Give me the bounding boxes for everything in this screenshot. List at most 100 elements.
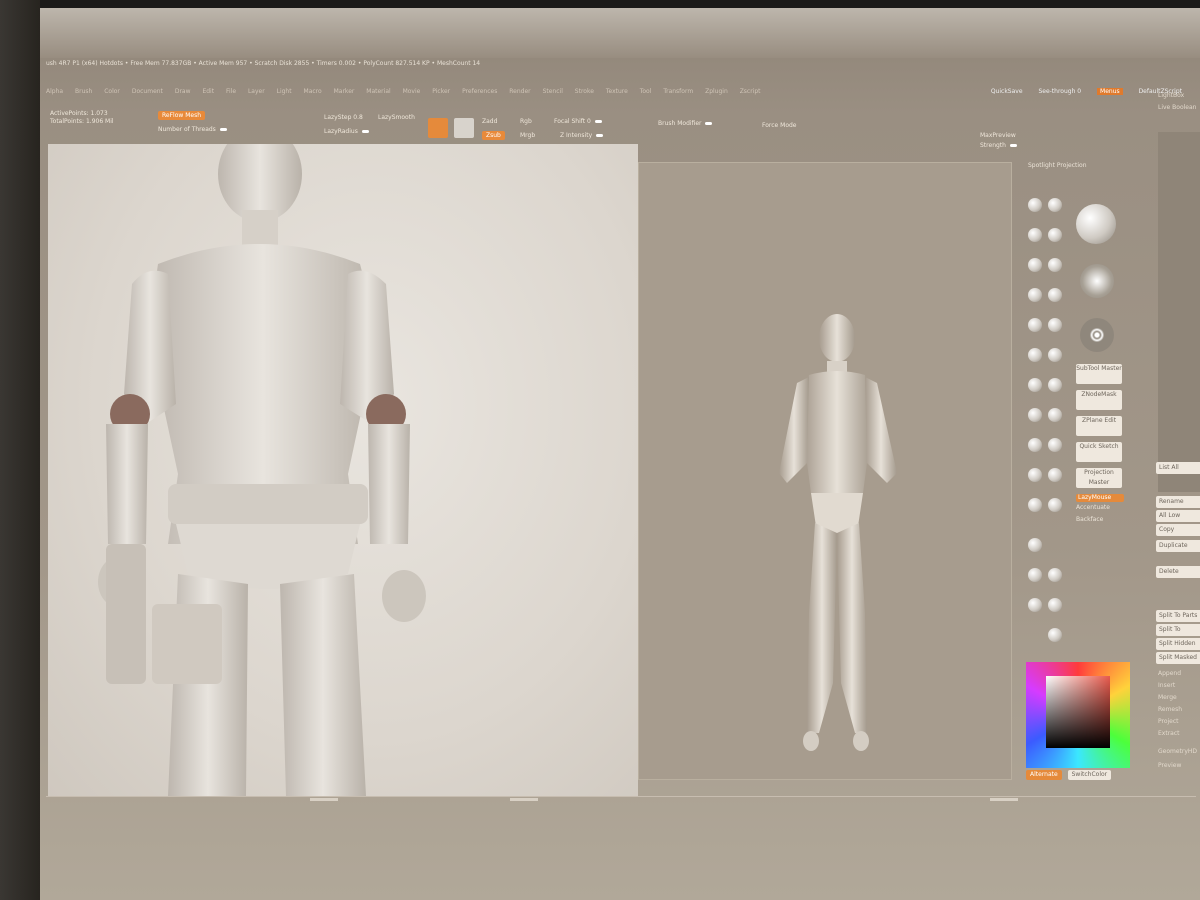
append-label[interactable]: Append [1158, 670, 1181, 677]
menu-item[interactable]: Light [277, 88, 292, 95]
brush-icon[interactable] [1028, 348, 1042, 362]
extract-label[interactable]: Extract [1158, 730, 1180, 737]
znodemask-button[interactable]: ZNodeMask [1076, 390, 1122, 410]
duplicate-button[interactable]: Duplicate [1156, 540, 1200, 552]
rename-button[interactable]: Rename [1156, 496, 1200, 508]
slider-knob[interactable] [705, 122, 713, 125]
color-picker[interactable] [1026, 662, 1130, 768]
list-all-button[interactable]: List All [1156, 462, 1200, 474]
brush-icon[interactable] [1028, 498, 1042, 512]
brush-icon[interactable] [1028, 468, 1042, 482]
current-alpha-preview[interactable] [1080, 264, 1114, 298]
delete-button[interactable]: Delete [1156, 566, 1200, 578]
reflow-mesh-button[interactable]: ReFlow Mesh [158, 111, 205, 120]
brush-icon[interactable] [1028, 378, 1042, 392]
menu-item[interactable]: Zplugin [705, 88, 728, 95]
brush-icon[interactable] [1048, 568, 1062, 582]
z-intensity-slider[interactable]: Z Intensity [560, 132, 592, 139]
copy-button[interactable]: Copy [1156, 524, 1200, 536]
strength-slider[interactable]: Strength [980, 142, 1006, 149]
brush-icon[interactable] [1048, 438, 1062, 452]
quicksave-button[interactable]: QuickSave [991, 88, 1023, 95]
number-of-threads-slider[interactable]: Number of Threads [158, 126, 216, 133]
zadd-button[interactable]: Zadd [482, 118, 497, 125]
menu-item[interactable]: Draw [175, 88, 191, 95]
menu-item[interactable]: Stroke [575, 88, 594, 95]
accentuate-label[interactable]: Accentuate [1076, 504, 1110, 511]
zplane-edit-button[interactable]: ZPlane Edit [1076, 416, 1122, 436]
3d-viewport[interactable] [638, 162, 1012, 780]
lazy-radius-slider[interactable]: LazyRadius [324, 128, 358, 135]
split-to-similar-button[interactable]: Split To Similar [1156, 624, 1200, 645]
brush-icon[interactable] [1048, 378, 1062, 392]
brush-icon[interactable] [1048, 348, 1062, 362]
subtool-list[interactable] [1158, 132, 1200, 492]
lazymouse-button[interactable]: LazyMouse [1076, 494, 1124, 502]
brush-icon[interactable] [1028, 258, 1042, 272]
slider-knob[interactable] [361, 130, 369, 133]
lightbox-label[interactable]: LightBox [1158, 92, 1184, 99]
focal-shift-slider[interactable]: Focal Shift 0 [554, 118, 591, 125]
brush-icon[interactable] [1048, 468, 1062, 482]
slider-knob[interactable] [594, 120, 602, 123]
menu-item[interactable]: Stencil [543, 88, 563, 95]
live-boolean-label[interactable]: Live Boolean [1158, 104, 1196, 111]
brush-icon[interactable] [1028, 408, 1042, 422]
split-hidden-button[interactable]: Split Hidden [1156, 638, 1200, 650]
brush-icon[interactable] [1028, 198, 1042, 212]
brush-icon[interactable] [1048, 258, 1062, 272]
menu-item[interactable]: Movie [403, 88, 421, 95]
menu-item[interactable]: Preferences [462, 88, 497, 95]
material-preview-icon[interactable] [454, 118, 474, 138]
insert-label[interactable]: Insert [1158, 682, 1175, 689]
color-sv-square[interactable] [1046, 676, 1110, 748]
rgb-button[interactable]: Rgb [520, 118, 532, 125]
brush-icon[interactable] [1048, 628, 1062, 642]
menu-item[interactable]: Material [366, 88, 390, 95]
menu-item[interactable]: Macro [304, 88, 322, 95]
backface-label[interactable]: Backface [1076, 516, 1103, 523]
max-preview-slider[interactable]: MaxPreview [980, 132, 1016, 139]
preview-label[interactable]: Preview [1158, 762, 1181, 769]
slider-knob[interactable] [219, 128, 227, 131]
menu-item[interactable]: Color [104, 88, 120, 95]
lazy-step-slider[interactable]: LazyStep 0.8 [324, 114, 363, 121]
menu-item[interactable]: Alpha [46, 88, 63, 95]
brush-icon[interactable] [1048, 198, 1062, 212]
brush-icon[interactable] [1028, 228, 1042, 242]
draw-mode-icon[interactable] [428, 118, 448, 138]
brush-icon[interactable] [1048, 318, 1062, 332]
split-to-parts-button[interactable]: Split To Parts [1156, 610, 1200, 622]
brush-icon[interactable] [1028, 438, 1042, 452]
merge-label[interactable]: Merge [1158, 694, 1177, 701]
mrgb-button[interactable]: Mrgb [520, 132, 535, 139]
menu-item[interactable]: Brush [75, 88, 92, 95]
brush-icon[interactable] [1048, 288, 1062, 302]
geometryhd-label[interactable]: GeometryHD [1158, 748, 1197, 755]
lazy-smooth-slider[interactable]: LazySmooth [378, 114, 415, 121]
switch-color-button[interactable]: SwitchColor [1067, 770, 1112, 780]
brush-icon[interactable] [1048, 598, 1062, 612]
menu-item[interactable]: Layer [248, 88, 265, 95]
alternate-color-button[interactable]: Alternate [1026, 770, 1062, 780]
slider-knob[interactable] [596, 134, 604, 137]
menu-item[interactable]: Picker [432, 88, 450, 95]
menu-item[interactable]: File [226, 88, 236, 95]
remesh-label[interactable]: Remesh [1158, 706, 1182, 713]
subtool-master-button[interactable]: SubTool Master [1076, 364, 1122, 384]
zsub-button[interactable]: Zsub [482, 131, 505, 140]
brush-icon[interactable] [1048, 228, 1062, 242]
project-label[interactable]: Project [1158, 718, 1179, 725]
menus-toggle[interactable]: Menus [1097, 88, 1123, 95]
menu-item[interactable]: Texture [606, 88, 628, 95]
menu-item[interactable]: Edit [202, 88, 214, 95]
brush-modifier-slider[interactable]: Brush Modifier [658, 120, 701, 127]
force-mode-button[interactable]: Force Mode [762, 122, 797, 129]
brush-icon[interactable] [1028, 288, 1042, 302]
brush-icon[interactable] [1048, 498, 1062, 512]
menu-item[interactable]: Transform [663, 88, 693, 95]
see-through-slider[interactable]: See-through 0 [1038, 88, 1081, 95]
projection-master-button[interactable]: Projection Master [1076, 468, 1122, 488]
quick-sketch-button[interactable]: Quick Sketch [1076, 442, 1122, 462]
brush-icon[interactable] [1028, 538, 1042, 552]
